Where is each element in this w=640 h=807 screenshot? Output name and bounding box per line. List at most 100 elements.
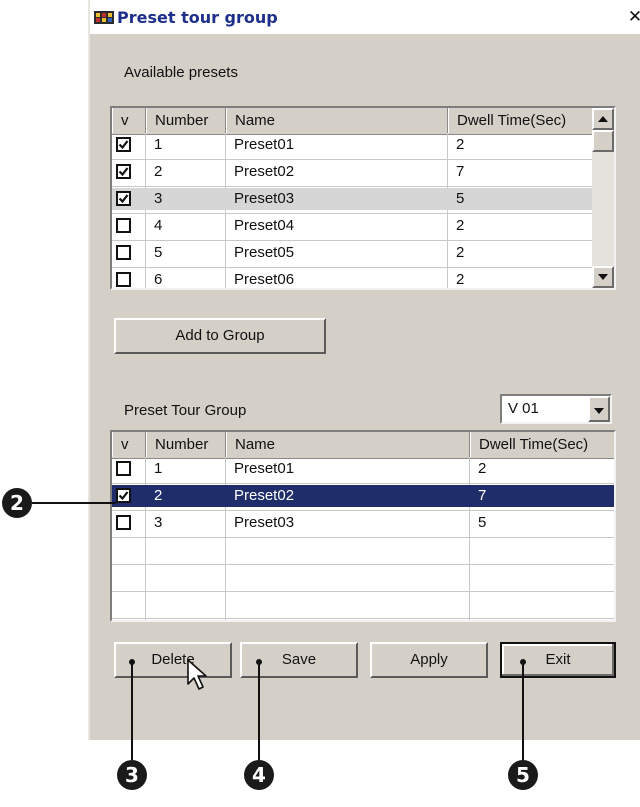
checkbox-icon[interactable] (116, 272, 131, 287)
table-header: v Number Name Dwell Time(Sec) (112, 432, 614, 459)
cell-name: Preset01 (234, 136, 295, 153)
apply-button[interactable]: Apply (370, 642, 488, 678)
app-icon (94, 11, 114, 24)
cell-number: 3 (154, 190, 163, 207)
row-divider (112, 618, 614, 619)
cell-number: 1 (154, 136, 163, 153)
callout-4-line (258, 662, 260, 760)
preset-tour-group-table[interactable]: v Number Name Dwell Time(Sec) 1 Preset01 2 2 Pre… (110, 430, 616, 622)
window-title: Preset tour group (117, 8, 278, 27)
dropdown-arrow-icon[interactable] (588, 396, 610, 422)
checkbox-icon[interactable] (116, 245, 131, 260)
cell-dwell: 7 (478, 487, 487, 504)
table-row[interactable]: 2 Preset02 7 (112, 161, 594, 183)
table-row[interactable]: 5 Preset05 2 (112, 242, 594, 264)
cell-dwell: 2 (456, 136, 465, 153)
column-header[interactable]: v (112, 432, 146, 457)
checkbox-icon[interactable] (116, 488, 131, 503)
table-row[interactable]: 1 Preset01 2 (112, 458, 614, 480)
cell-dwell: 5 (478, 514, 487, 531)
table-row[interactable]: 4 Preset04 2 (112, 215, 594, 237)
cell-name: Preset06 (234, 271, 295, 288)
table-row[interactable]: 2 Preset02 7 (112, 485, 614, 507)
cell-number: 2 (154, 163, 163, 180)
row-divider (112, 186, 594, 187)
scroll-thumb[interactable] (592, 130, 614, 152)
checkbox-icon[interactable] (116, 164, 131, 179)
checkbox-icon[interactable] (116, 218, 131, 233)
available-scrollbar[interactable] (592, 108, 614, 288)
available-presets-table[interactable]: v Number Name Dwell Time(Sec) 1 Preset01 2 2 Pre… (110, 106, 616, 290)
callout-5-line (522, 662, 524, 760)
table-row (112, 539, 614, 561)
group-select-value: V 01 (508, 400, 539, 417)
cell-name: Preset05 (234, 244, 295, 261)
row-divider (112, 537, 614, 538)
cell-dwell: 2 (456, 244, 465, 261)
row-divider (112, 267, 594, 268)
table-row (112, 566, 614, 588)
cell-number: 1 (154, 460, 163, 477)
callout-4: 4 (244, 760, 274, 790)
cell-name: Preset01 (234, 460, 295, 477)
column-divider (447, 134, 448, 288)
callout-3: 3 (117, 760, 147, 790)
column-header[interactable]: Number (146, 432, 226, 457)
cell-name: Preset04 (234, 217, 295, 234)
add-to-group-button[interactable]: Add to Group (114, 318, 326, 354)
cell-number: 6 (154, 271, 163, 288)
table-row (112, 593, 614, 615)
column-header[interactable]: v (112, 108, 146, 133)
checkbox-icon[interactable] (116, 461, 131, 476)
mouse-cursor-icon (187, 659, 207, 690)
preset-tour-group-label: Preset Tour Group (124, 402, 247, 419)
table-row[interactable]: 6 Preset06 2 (112, 269, 594, 288)
cell-dwell: 7 (456, 163, 465, 180)
cell-name: Preset02 (234, 487, 295, 504)
column-divider (145, 134, 146, 288)
checkbox-icon[interactable] (116, 515, 131, 530)
cell-name: Preset02 (234, 163, 295, 180)
cell-dwell: 2 (456, 271, 465, 288)
cell-number: 3 (154, 514, 163, 531)
callout-3-line (131, 662, 133, 760)
callout-5: 5 (508, 760, 538, 790)
column-header[interactable]: Dwell Time(Sec) (448, 108, 594, 133)
cell-name: Preset03 (234, 514, 295, 531)
table-row[interactable]: 1 Preset01 2 (112, 134, 594, 156)
group-select[interactable]: V 01 (500, 394, 612, 424)
callout-2: 2 (2, 488, 32, 518)
available-presets-label: Available presets (124, 64, 238, 81)
title-bar: Preset tour group ✕ (90, 0, 640, 34)
scroll-up-icon[interactable] (592, 108, 614, 130)
preset-tour-group-dialog: Preset tour group ✕ Available presets vN… (88, 0, 640, 740)
table-row[interactable]: 3 Preset03 5 (112, 188, 594, 210)
cell-dwell: 2 (478, 460, 487, 477)
column-header[interactable]: Dwell Time(Sec) (470, 432, 614, 457)
table-row[interactable]: 3 Preset03 5 (112, 512, 614, 534)
row-divider (112, 240, 594, 241)
column-header[interactable]: Name (226, 432, 470, 457)
cell-dwell: 2 (456, 217, 465, 234)
column-divider (225, 134, 226, 288)
cell-name: Preset03 (234, 190, 295, 207)
callout-2-line (32, 502, 116, 504)
row-divider (112, 591, 614, 592)
cell-number: 5 (154, 244, 163, 261)
cell-number: 2 (154, 487, 163, 504)
exit-button[interactable]: Exit (500, 642, 616, 678)
row-divider (112, 213, 594, 214)
row-divider (112, 159, 594, 160)
close-icon[interactable]: ✕ (626, 8, 640, 26)
row-divider (112, 564, 614, 565)
column-header[interactable]: Number (146, 108, 226, 133)
table-header: v Number Name Dwell Time(Sec) (112, 108, 594, 135)
cell-number: 4 (154, 217, 163, 234)
row-divider (112, 510, 614, 511)
scroll-down-icon[interactable] (592, 266, 614, 288)
column-header[interactable]: Name (226, 108, 448, 133)
checkbox-icon[interactable] (116, 191, 131, 206)
cell-dwell: 5 (456, 190, 465, 207)
checkbox-icon[interactable] (116, 137, 131, 152)
row-divider (112, 483, 614, 484)
